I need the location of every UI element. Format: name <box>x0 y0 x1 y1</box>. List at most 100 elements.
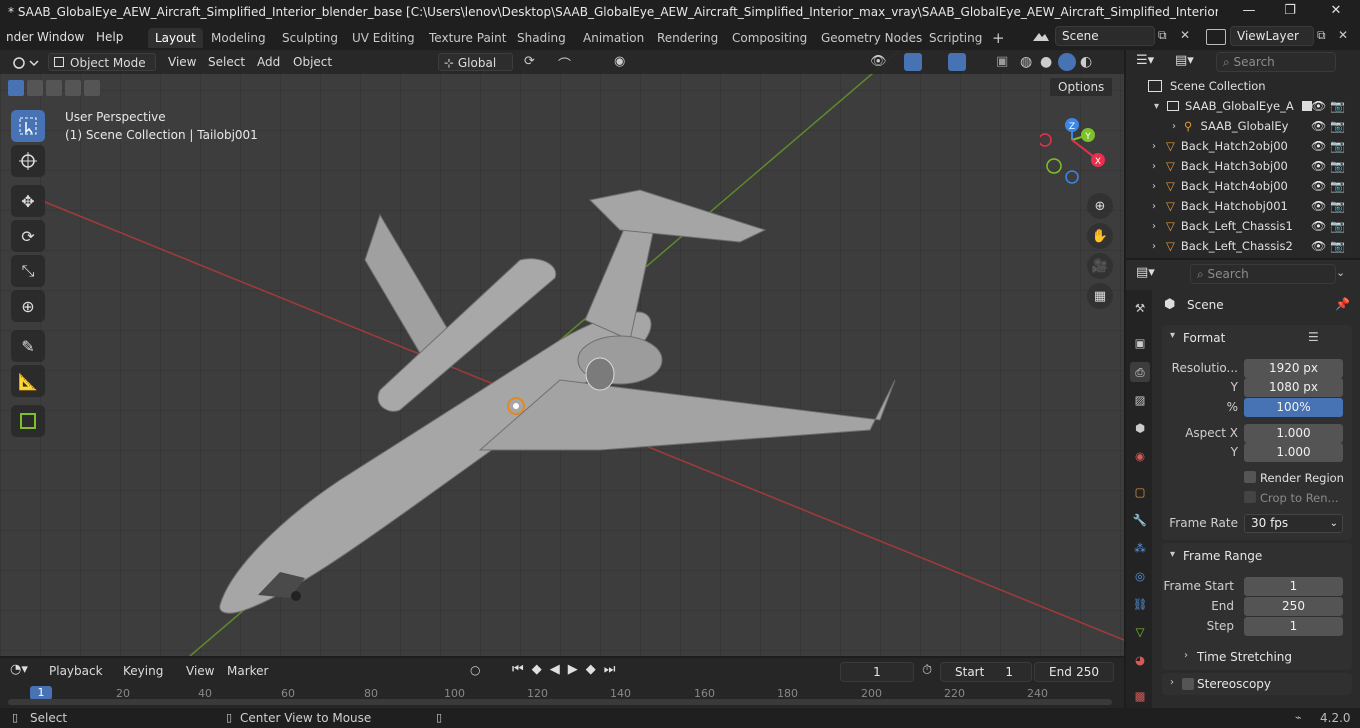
snap-icon[interactable]: ⌒ <box>558 54 571 73</box>
eye-icon[interactable]: 👁 📷 <box>1311 116 1351 136</box>
menu-view[interactable]: View <box>163 53 201 71</box>
menu-timeline-view[interactable]: View <box>181 662 219 680</box>
overlay-toggle-icon[interactable] <box>948 53 966 71</box>
menu-add[interactable]: Add <box>252 53 285 71</box>
physics-tab[interactable]: ◎ <box>1130 566 1150 586</box>
play-icon[interactable]: ▶ <box>568 662 578 677</box>
menu-marker[interactable]: Marker <box>222 662 273 680</box>
timeline-start-field[interactable]: Start 1 <box>940 662 1032 682</box>
object-tab[interactable]: ▢ <box>1130 482 1150 502</box>
view-layer-tab[interactable]: ▨ <box>1130 390 1150 410</box>
stereoscopy-header[interactable]: Stereoscopy <box>1197 677 1271 691</box>
tab-texture-paint[interactable]: Texture Paint <box>422 28 513 48</box>
xray-icon[interactable]: ▣ <box>996 54 1008 69</box>
pivot-icon[interactable]: ⟳ <box>524 54 535 69</box>
camera-view-button[interactable]: 🎥 <box>1087 253 1113 279</box>
remove-view-layer-icon[interactable]: ✕ <box>1338 28 1348 42</box>
outliner-search[interactable]: ⌕ Search <box>1216 52 1336 72</box>
select-box-tool[interactable] <box>11 110 45 142</box>
crop-checkbox[interactable] <box>1244 491 1256 503</box>
frame-start-field[interactable]: 1 <box>1244 577 1343 596</box>
tool-tab[interactable]: ⚒ <box>1130 298 1150 318</box>
timeline-scrollbar[interactable] <box>8 699 1112 705</box>
tab-compositing[interactable]: Compositing <box>725 28 814 48</box>
view-layer-icon[interactable] <box>1206 29 1226 45</box>
chevron-down-icon[interactable]: ⌄ <box>1336 266 1345 279</box>
texture-tab[interactable]: ▩ <box>1130 686 1150 706</box>
play-reverse-icon[interactable]: ◀ <box>550 662 560 677</box>
gizmo-toggle-icon[interactable] <box>904 53 922 71</box>
tab-layout[interactable]: Layout <box>148 28 203 48</box>
expand-icon[interactable]: › <box>1152 201 1156 212</box>
stereoscopy-checkbox[interactable] <box>1182 678 1194 690</box>
tab-shading[interactable]: Shading <box>510 28 573 48</box>
remove-scene-icon[interactable]: ✕ <box>1180 28 1190 42</box>
constraints-tab[interactable]: ⛓ <box>1130 594 1150 614</box>
stopwatch-icon[interactable]: ⏱ <box>922 663 932 678</box>
eye-icon[interactable]: 👁 📷 <box>1311 156 1351 176</box>
eye-icon[interactable]: 👁 📷 <box>1311 216 1351 236</box>
menu-help[interactable]: Help <box>90 28 129 46</box>
outliner-filter-icon[interactable]: ▤▾ <box>1175 53 1203 71</box>
rendered-shading-icon[interactable]: ◐ <box>1080 54 1092 70</box>
expand-icon[interactable]: › <box>1152 181 1156 192</box>
menu-keying[interactable]: Keying <box>118 662 168 680</box>
view-layer-selector[interactable]: ViewLayer <box>1230 26 1314 46</box>
expand-icon[interactable]: › <box>1152 141 1156 152</box>
expand-icon[interactable]: › <box>1152 221 1156 232</box>
prev-keyframe-icon[interactable]: ◆ <box>532 662 542 677</box>
tab-animation[interactable]: Animation <box>576 28 651 48</box>
format-header[interactable]: Format <box>1183 331 1225 345</box>
transform-tool[interactable]: ⊕ <box>11 290 45 322</box>
annotate-tool[interactable]: ✎ <box>11 330 45 362</box>
eye-icon[interactable]: 👁 📷 <box>1311 176 1351 196</box>
material-shading-icon[interactable] <box>1058 53 1076 71</box>
select-invert-icon[interactable] <box>65 80 81 96</box>
new-scene-icon[interactable]: ⧉ <box>1158 28 1167 43</box>
expand-icon[interactable]: › <box>1152 241 1156 252</box>
new-view-layer-icon[interactable]: ⧉ <box>1317 28 1326 43</box>
menu-playback[interactable]: Playback <box>44 662 108 680</box>
visibility-icon[interactable]: 👁 <box>870 54 887 69</box>
render-region-checkbox[interactable] <box>1244 471 1256 483</box>
close-button[interactable]: ✕ <box>1327 3 1345 21</box>
minimize-button[interactable]: — <box>1240 3 1258 21</box>
add-workspace-button[interactable]: + <box>985 28 1012 48</box>
tab-scripting[interactable]: Scripting <box>922 28 989 48</box>
mode-selector[interactable]: Object Mode <box>48 53 156 71</box>
scene-selector[interactable]: Scene <box>1055 26 1155 46</box>
eye-icon[interactable]: 👁 📷 <box>1311 196 1351 216</box>
resolution-percent-field[interactable]: 100% <box>1244 398 1343 417</box>
expand-icon[interactable]: ▾ <box>1154 101 1159 112</box>
rotate-tool[interactable]: ⟳ <box>11 220 45 252</box>
aspect-y-field[interactable]: 1.000 <box>1244 443 1343 462</box>
tab-uv-editing[interactable]: UV Editing <box>345 28 422 48</box>
select-subtract-icon[interactable] <box>46 80 62 96</box>
proportional-edit-icon[interactable]: ◉ <box>614 54 625 69</box>
select-intersect-icon[interactable] <box>84 80 100 96</box>
presets-icon[interactable]: ☰ <box>1308 330 1319 344</box>
cursor-tool[interactable] <box>11 145 45 177</box>
editor-type-icon[interactable] <box>10 54 40 72</box>
timeline-end-field[interactable]: End 250 <box>1034 662 1114 682</box>
pan-button[interactable]: ✋ <box>1087 223 1113 249</box>
menu-select[interactable]: Select <box>203 53 250 71</box>
frame-end-field[interactable]: 250 <box>1244 597 1343 616</box>
next-keyframe-icon[interactable]: ◆ <box>586 662 596 677</box>
jump-start-icon[interactable]: ⏮ <box>512 662 524 677</box>
playhead[interactable]: 1 <box>30 686 52 700</box>
frame-range-header[interactable]: Frame Range <box>1183 549 1262 563</box>
tab-sculpting[interactable]: Sculpting <box>275 28 345 48</box>
time-stretching-header[interactable]: Time Stretching <box>1197 650 1292 664</box>
menu-window[interactable]: Window <box>31 28 90 46</box>
chevron-right-icon[interactable]: › <box>1184 650 1188 661</box>
expand-icon[interactable]: › <box>1152 161 1156 172</box>
material-tab[interactable]: ◕ <box>1130 650 1150 670</box>
transform-orientation[interactable]: ⊹ Global <box>438 53 513 71</box>
output-tab[interactable]: ⎙ <box>1130 362 1150 382</box>
menu-object[interactable]: Object <box>288 53 337 71</box>
solid-shading-icon[interactable]: ● <box>1040 54 1052 70</box>
eye-icon[interactable]: 👁 📷 <box>1311 136 1351 156</box>
render-tab[interactable]: ▣ <box>1130 333 1150 353</box>
tab-rendering[interactable]: Rendering <box>650 28 725 48</box>
